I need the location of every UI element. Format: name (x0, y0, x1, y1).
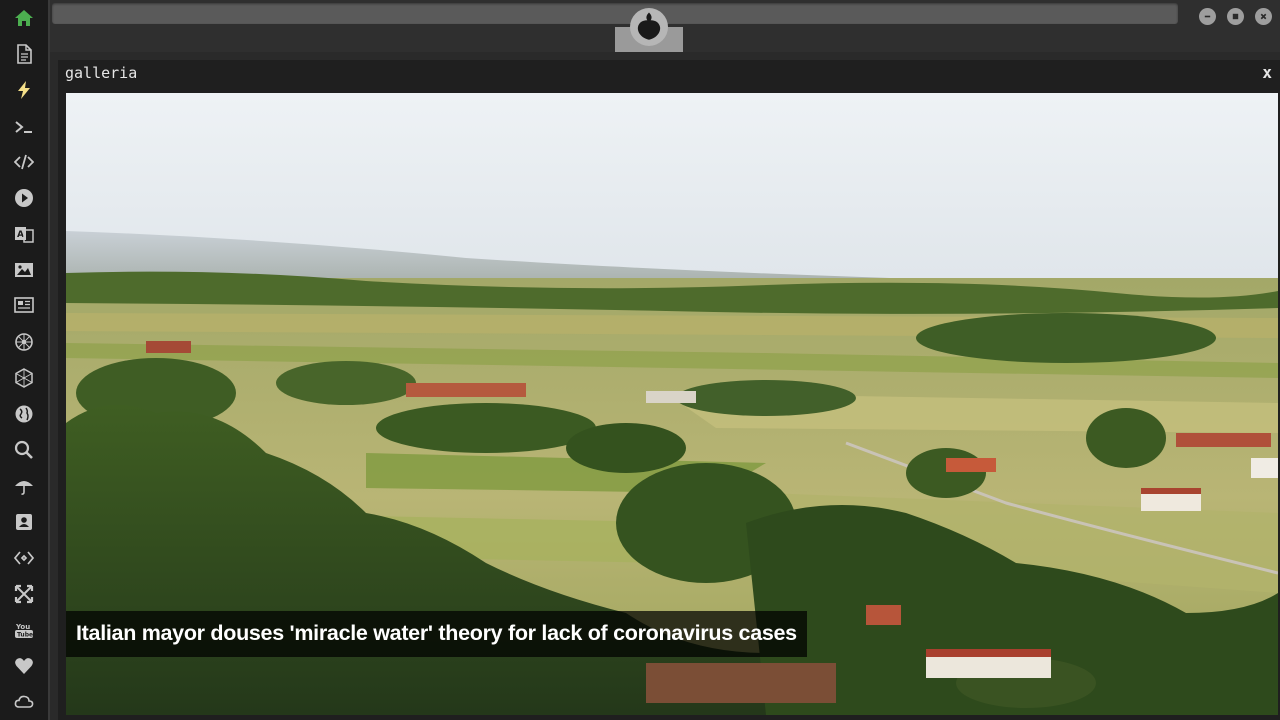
settings-wheel-icon[interactable] (0, 327, 48, 357)
svg-text:A: A (17, 230, 24, 240)
translate-icon[interactable]: A (0, 219, 48, 249)
svg-text:Tube: Tube (17, 632, 33, 639)
code-icon[interactable] (0, 147, 48, 177)
lightning-icon[interactable] (0, 75, 48, 105)
heart-icon[interactable] (0, 651, 48, 681)
svg-text:You: You (15, 623, 30, 631)
newspaper-icon[interactable] (0, 290, 48, 320)
panel-close-button[interactable]: x (1262, 63, 1272, 82)
play-icon[interactable] (0, 183, 48, 213)
expand-icon[interactable] (0, 579, 48, 609)
gallery-panel: galleria x Italian mayor douses 'miracle… (58, 60, 1280, 720)
maximize-button[interactable] (1227, 8, 1244, 25)
close-window-button[interactable] (1255, 8, 1272, 25)
terminal-icon[interactable] (0, 112, 48, 142)
search-icon[interactable] (0, 435, 48, 465)
youtube-icon[interactable]: You Tube (0, 615, 48, 645)
panel-title: galleria (65, 64, 138, 82)
contact-card-icon[interactable] (0, 507, 48, 537)
diamond-code-icon[interactable] (0, 543, 48, 573)
hexagon-icon[interactable] (0, 363, 48, 393)
document-icon[interactable] (0, 39, 48, 69)
minimize-button[interactable] (1199, 8, 1216, 25)
globe-icon[interactable] (0, 399, 48, 429)
maximize-icon (1232, 13, 1239, 20)
image-icon[interactable] (0, 255, 48, 285)
minimize-icon (1204, 15, 1211, 18)
address-bar[interactable] (52, 3, 1178, 24)
gallery-image[interactable]: Italian mayor douses 'miracle water' the… (66, 93, 1278, 715)
umbrella-icon[interactable] (0, 471, 48, 501)
close-icon (1260, 13, 1267, 20)
image-caption: Italian mayor douses 'miracle water' the… (66, 611, 807, 657)
rebel-alliance-logo-icon[interactable] (630, 8, 668, 46)
cloud-icon[interactable] (0, 687, 48, 717)
sidebar: A You Tube (0, 0, 50, 720)
home-icon[interactable] (0, 3, 48, 33)
